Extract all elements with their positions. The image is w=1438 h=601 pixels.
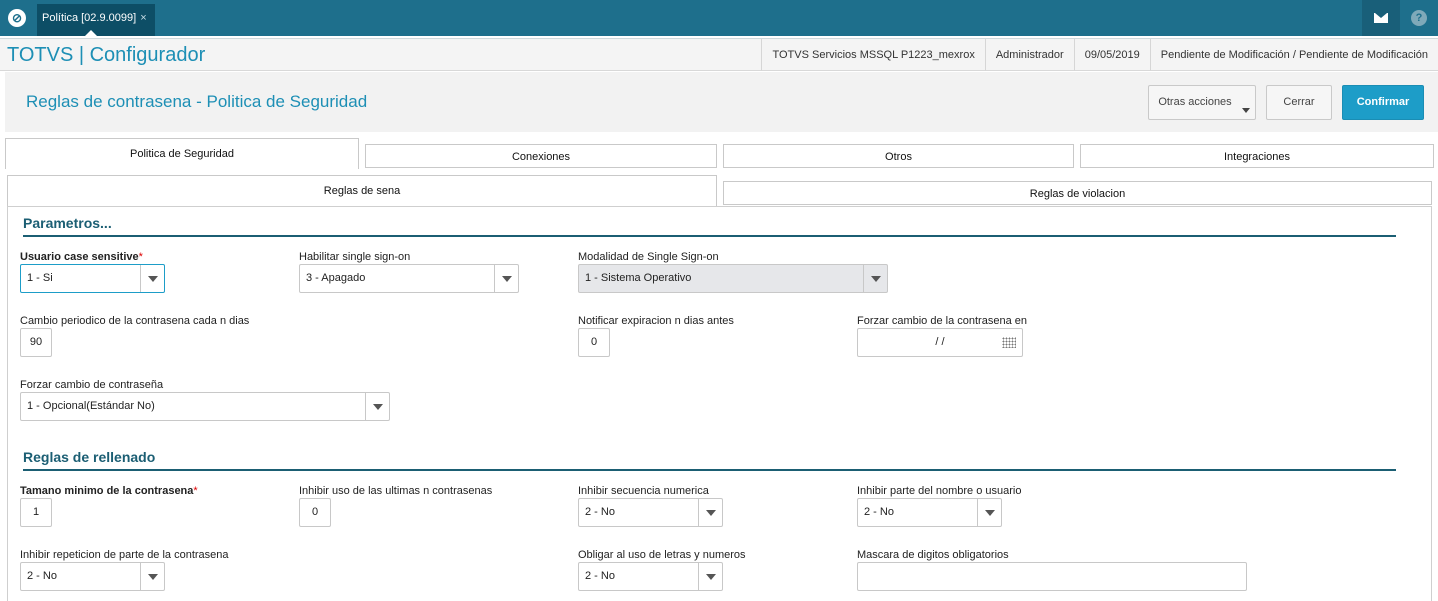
help-icon[interactable]: ? [1400,0,1438,36]
chevron-down-icon[interactable] [698,499,722,526]
open-tab-label: Política [02.9.0099] [42,12,137,24]
tab-reglas-violacion[interactable]: Reglas de violacion [723,181,1432,205]
notificar-input[interactable]: 0 [578,328,610,357]
app-info-bar: TOTVS Servicios MSSQL P1223_mexrox Admin… [761,39,1438,71]
usuario-case-value: 1 - Si [27,272,53,284]
section-rellenado: Reglas de rellenado [23,449,1396,471]
inhibir-nombre-label: Inhibir parte del nombre o usuario [857,485,1022,497]
modalidad-sso-select: 1 - Sistema Operativo [578,264,888,293]
single-signon-value: 3 - Apagado [306,272,366,284]
inhibir-repeticion-label: Inhibir repeticion de parte de la contra… [20,549,229,561]
tamano-minimo-label: Tamano minimo de la contrasena* [20,485,198,497]
environment-info: TOTVS Servicios MSSQL P1223_mexrox [761,39,984,71]
open-tab-politica[interactable]: Política [02.9.0099] × [37,4,155,36]
other-actions-label: Otras acciones [1158,96,1232,108]
tamano-minimo-input[interactable]: 1 [20,498,52,527]
inhibir-nombre-select[interactable]: 2 - No [857,498,1002,527]
status-info: Pendiente de Modificación / Pendiente de… [1149,39,1438,71]
tab-otros[interactable]: Otros [723,144,1074,168]
chevron-down-icon[interactable] [365,393,389,420]
active-tab-caret [85,30,97,36]
chevron-down-icon[interactable] [140,265,164,292]
chevron-down-icon[interactable] [140,563,164,590]
inhibir-ultimas-label: Inhibir uso de las ultimas n contrasenas [299,485,493,497]
other-actions-button[interactable]: Otras acciones [1148,85,1256,120]
tab-politica-seguridad[interactable]: Politica de Seguridad [5,138,359,169]
usuario-case-label: Usuario case sensitive* [20,251,143,263]
obligar-letras-select[interactable]: 2 - No [578,562,723,591]
user-info: Administrador [984,39,1074,71]
forzar-cambio-label: Forzar cambio de contraseña [20,379,164,391]
mail-icon[interactable] [1362,0,1400,36]
forzar-cambio-value: 1 - Opcional(Estándar No) [27,400,155,412]
cambio-periodico-label: Cambio periodico de la contrasena cada n… [20,315,250,327]
forzar-en-label: Forzar cambio de la contrasena en [857,315,1027,327]
chevron-down-icon[interactable] [977,499,1001,526]
chevron-down-icon[interactable] [698,563,722,590]
close-button[interactable]: Cerrar [1266,85,1332,120]
inhibir-repeticion-select[interactable]: 2 - No [20,562,165,591]
inhibir-repeticion-value: 2 - No [27,570,57,582]
tab-reglas-sena[interactable]: Reglas de sena [7,175,717,206]
confirm-button[interactable]: Confirmar [1342,85,1424,120]
app-header: TOTVS | Configurador TOTVS Servicios MSS… [0,38,1438,71]
forzar-cambio-select[interactable]: 1 - Opcional(Estándar No) [20,392,390,421]
inhibir-nombre-value: 2 - No [864,506,894,518]
obligar-letras-value: 2 - No [585,570,615,582]
mascara-label: Mascara de digitos obligatorios [857,549,1009,561]
forzar-en-value: / / [935,336,945,348]
modalidad-sso-value: 1 - Sistema Operativo [585,272,692,284]
calendar-icon[interactable] [1002,337,1016,348]
tab-conexiones[interactable]: Conexiones [365,144,717,168]
tab-integraciones[interactable]: Integraciones [1080,144,1434,168]
section-parametros: Parametros... [23,215,1396,237]
inhibir-secuencia-select[interactable]: 2 - No [578,498,723,527]
single-signon-select[interactable]: 3 - Apagado [299,264,519,293]
chevron-down-icon [863,265,887,292]
inhibir-secuencia-value: 2 - No [585,506,615,518]
totvs-logo-icon[interactable]: ⊘ [8,9,26,27]
top-bar: ⊘ Política [02.9.0099] × ? [0,0,1438,36]
chevron-down-icon[interactable] [494,265,518,292]
single-signon-label: Habilitar single sign-on [299,251,411,263]
form-panel: Parametros... Usuario case sensitive* 1 … [7,206,1432,601]
page-header: Reglas de contrasena - Politica de Segur… [5,72,1438,132]
cambio-periodico-input[interactable]: 90 [20,328,52,357]
obligar-letras-label: Obligar al uso de letras y numeros [578,549,746,561]
close-icon[interactable]: × [140,12,146,24]
notificar-label: Notificar expiracion n dias antes [578,315,734,327]
modalidad-sso-label: Modalidad de Single Sign-on [578,251,719,263]
usuario-case-select[interactable]: 1 - Si [20,264,165,293]
mascara-input[interactable] [857,562,1247,591]
date-info: 09/05/2019 [1073,39,1150,71]
inhibir-secuencia-label: Inhibir secuencia numerica [578,485,709,497]
chevron-down-icon [1242,108,1250,113]
inhibir-ultimas-input[interactable]: 0 [299,498,331,527]
forzar-en-date-input[interactable]: / / [857,328,1023,357]
app-title: TOTVS | Configurador [7,44,206,66]
page-title: Reglas de contrasena - Politica de Segur… [26,92,368,111]
